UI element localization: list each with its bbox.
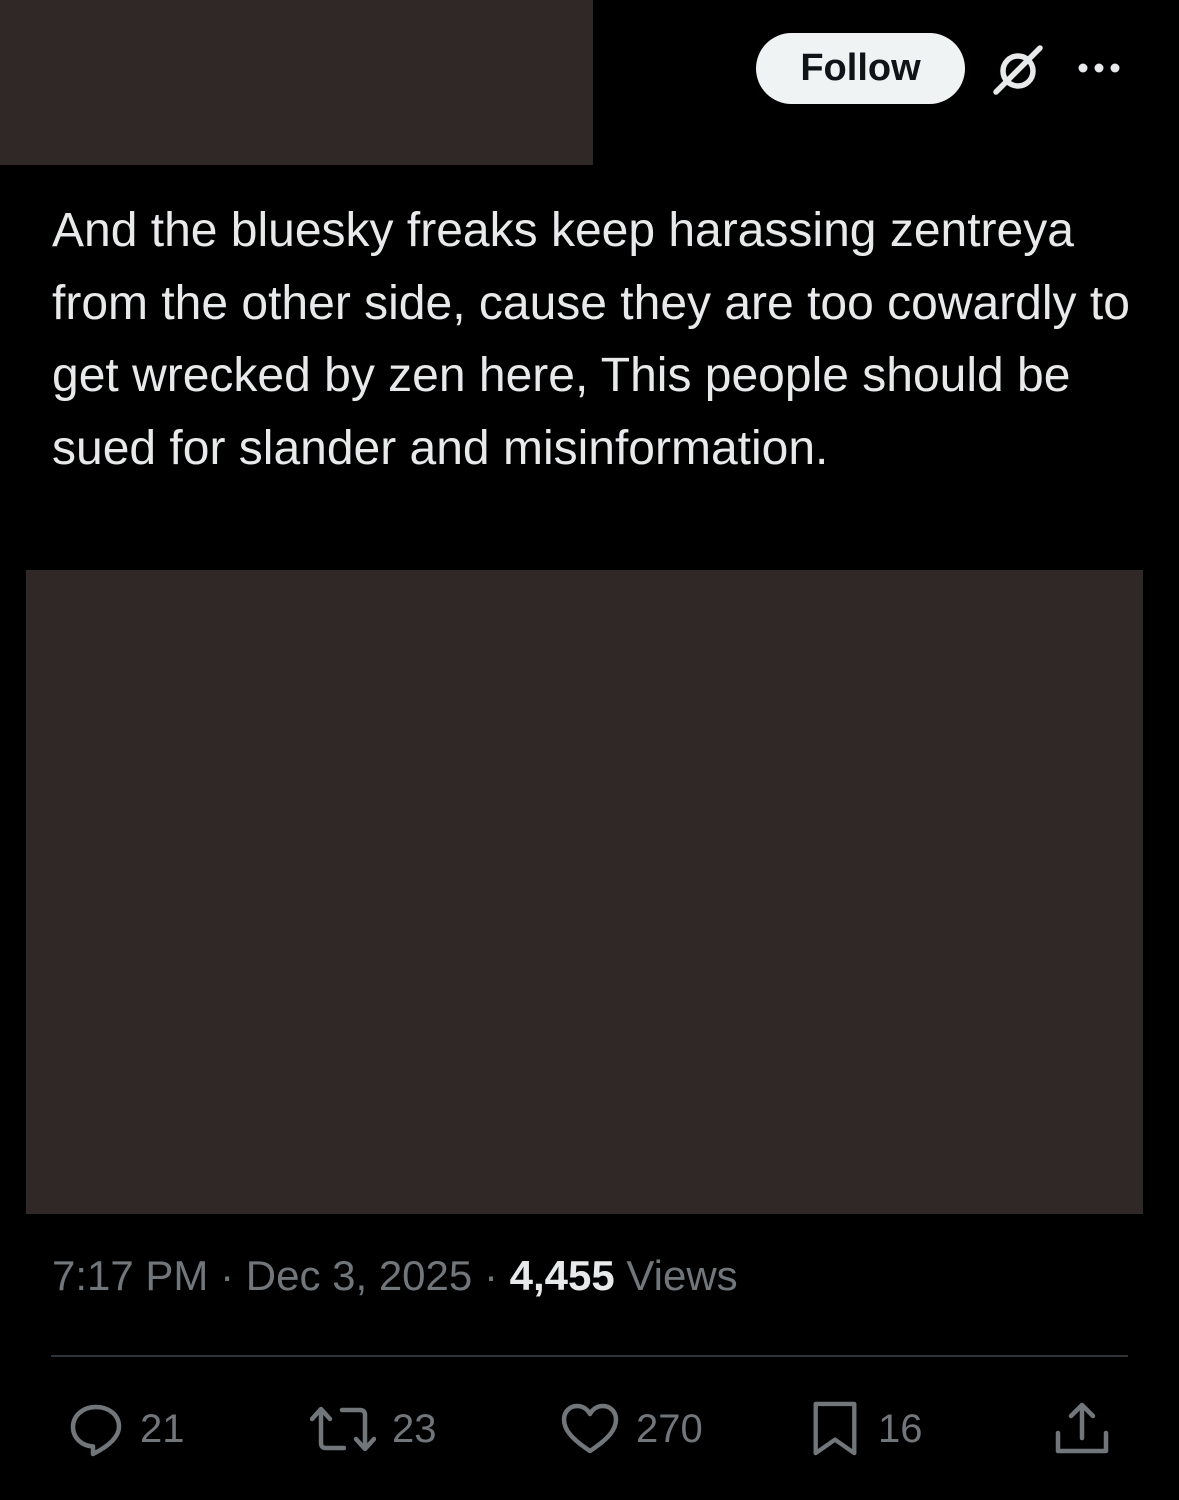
tweet-date[interactable]: Dec 3, 2025 xyxy=(246,1252,473,1299)
reply-button[interactable]: 21 xyxy=(68,1400,185,1458)
reply-count: 21 xyxy=(140,1407,185,1451)
views-count: 4,455 xyxy=(509,1252,615,1299)
repost-icon xyxy=(310,1406,376,1452)
more-icon[interactable] xyxy=(1076,58,1122,78)
reply-icon xyxy=(70,1404,122,1457)
heart-icon xyxy=(561,1403,619,1454)
grok-icon[interactable] xyxy=(990,42,1046,98)
bookmark-button[interactable]: 16 xyxy=(808,1400,923,1458)
tweet-time[interactable]: 7:17 PM xyxy=(52,1252,208,1299)
views-label: Views xyxy=(626,1252,738,1299)
like-count: 270 xyxy=(636,1407,703,1451)
follow-button[interactable]: Follow xyxy=(756,33,965,104)
tweet-text: And the bluesky freaks keep harassing ze… xyxy=(52,204,1130,475)
share-icon xyxy=(1055,1402,1109,1454)
bookmark-icon xyxy=(813,1401,857,1456)
tweet-metadata: 7:17 PM · Dec 3, 2025 · 4,455 Views xyxy=(52,1250,738,1302)
meta-separator: · xyxy=(220,1252,235,1299)
redacted-media xyxy=(26,570,1143,1214)
redacted-author-header xyxy=(0,0,593,165)
divider xyxy=(51,1355,1128,1357)
repost-count: 23 xyxy=(392,1407,437,1451)
meta-separator: · xyxy=(483,1252,498,1299)
share-button[interactable] xyxy=(1054,1400,1110,1458)
repost-button[interactable]: 23 xyxy=(310,1400,437,1458)
bookmark-count: 16 xyxy=(878,1407,923,1451)
like-button[interactable]: 270 xyxy=(560,1400,703,1458)
